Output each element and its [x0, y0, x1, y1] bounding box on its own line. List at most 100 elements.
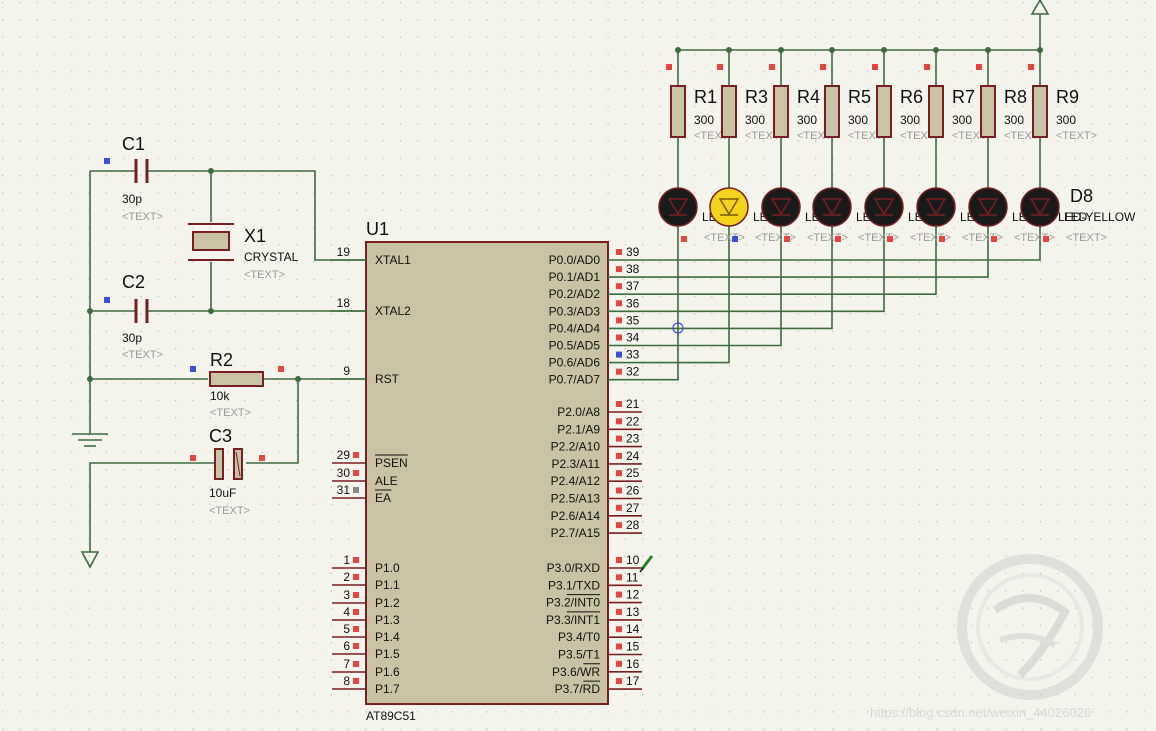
- resistor-ref: R7: [952, 87, 975, 107]
- c2-value: 30p: [122, 331, 142, 345]
- pin-label: RST: [375, 372, 400, 386]
- pin-label: P2.6/A14: [551, 509, 601, 523]
- led-off-icon: [812, 187, 852, 227]
- pin-label: P3.4/T0: [558, 630, 600, 644]
- led-placeholder: <TEXT>: [807, 232, 848, 244]
- pin-label: P2.7/A15: [551, 526, 601, 540]
- pin-label: P1.6: [375, 665, 400, 679]
- led-d8-value: LED-YELLOW: [1058, 210, 1136, 224]
- c1-text: <TEXT>: [122, 211, 163, 223]
- pin-number: 38: [626, 262, 640, 276]
- pin-number: 14: [626, 622, 640, 636]
- pin-number: 39: [626, 245, 640, 259]
- pin-label: P3.5/T1: [558, 648, 600, 662]
- pin-label: P2.0/A8: [557, 405, 600, 419]
- pin-label: P3.0/RXD: [547, 561, 601, 575]
- pin-label: P2.1/A9: [557, 422, 600, 436]
- u1-ref: U1: [366, 219, 389, 239]
- pin-number: 15: [626, 640, 640, 654]
- pin-label: P1.5: [375, 647, 400, 661]
- led-placeholder: <TEXT>: [704, 232, 745, 244]
- pin-label: P1.3: [375, 613, 400, 627]
- resistor-value: 300: [745, 113, 765, 127]
- pin-number: 30: [337, 466, 351, 480]
- resistor-body: [1032, 85, 1048, 138]
- led-off-icon: [761, 187, 801, 227]
- pin-label: P2.2/A10: [551, 440, 601, 454]
- resistor-body: [876, 85, 892, 138]
- resistor-body: [980, 85, 996, 138]
- c3-value: 10uF: [209, 486, 236, 500]
- pin-number: 5: [343, 622, 350, 636]
- pin-label: P3.3/INT1: [546, 613, 600, 627]
- pin-label: P3.7/RD: [555, 682, 601, 696]
- pin-label: P3.2/INT0: [546, 596, 600, 610]
- c1-ref: C1: [122, 134, 145, 154]
- pin-number: 21: [626, 397, 640, 411]
- resistor-ref: R9: [1056, 87, 1079, 107]
- pin-label: P0.5/AD5: [549, 339, 601, 353]
- resistor-value: 300: [1004, 113, 1024, 127]
- pin-number: 3: [343, 588, 350, 602]
- resistor-value: 300: [694, 113, 714, 127]
- pin-number: 6: [343, 639, 350, 653]
- pin-label: P2.5/A13: [551, 492, 601, 506]
- pin-number: 24: [626, 449, 640, 463]
- pin-number: 22: [626, 414, 640, 428]
- resistor-body: [670, 85, 686, 138]
- pin-label: P0.2/AD2: [549, 287, 601, 301]
- pin-number: 31: [337, 483, 351, 497]
- pin-label: PSEN: [375, 456, 408, 470]
- led-off-icon: [658, 187, 698, 227]
- pin-number: 19: [337, 245, 351, 259]
- resistor-value: 300: [900, 113, 920, 127]
- r2-ref: R2: [210, 350, 233, 370]
- resistor-ref: R4: [797, 87, 820, 107]
- watermark-url: https://blog.csdn.net/weixin_44026026: [870, 705, 1091, 720]
- pin-number: 16: [626, 657, 640, 671]
- resistor-body: [773, 85, 789, 138]
- r2-text: <TEXT>: [210, 407, 251, 419]
- pin-label: P0.7/AD7: [549, 373, 601, 387]
- pin-number: 13: [626, 605, 640, 619]
- pin-label: EA: [375, 491, 391, 505]
- pin-label: P2.4/A12: [551, 474, 601, 488]
- pin-label: XTAL1: [375, 253, 411, 267]
- resistor-text: <TEXT>: [1056, 130, 1097, 142]
- pin-label: P1.1: [375, 578, 400, 592]
- c2-text: <TEXT>: [122, 349, 163, 361]
- pin-label: P1.7: [375, 682, 400, 696]
- c2-ref: C2: [122, 272, 145, 292]
- schematic-canvas[interactable]: C1 30p <TEXT> X1 CRYSTAL <TEXT> C2 30p <…: [0, 0, 1156, 731]
- led-lit-icon: [709, 187, 749, 227]
- resistor-ref: R3: [745, 87, 768, 107]
- x1-value: CRYSTAL: [244, 250, 299, 264]
- pin-label: P0.4/AD4: [549, 321, 601, 335]
- resistor-ref: R6: [900, 87, 923, 107]
- resistor-body: [928, 85, 944, 138]
- pin-number: 32: [626, 365, 640, 379]
- pin-number: 25: [626, 466, 640, 480]
- pin-number: 7: [343, 657, 350, 671]
- pin-label: XTAL2: [375, 304, 411, 318]
- pin-number: 10: [626, 553, 640, 567]
- pin-label: P0.0/AD0: [549, 253, 601, 267]
- resistor-value: 300: [1056, 113, 1076, 127]
- resistor-ref: R5: [848, 87, 871, 107]
- pin-number: 37: [626, 279, 640, 293]
- pin-label: P1.4: [375, 630, 400, 644]
- pin-number: 28: [626, 518, 640, 532]
- c1-value: 30p: [122, 192, 142, 206]
- pin-number: 2: [343, 570, 350, 584]
- pin-number: 11: [626, 570, 639, 584]
- resistor-value: 300: [797, 113, 817, 127]
- pin-number: 23: [626, 432, 640, 446]
- pin-number: 34: [626, 331, 640, 345]
- pin-number: 35: [626, 313, 640, 327]
- led-off-icon: [1020, 187, 1060, 227]
- pin-number: 4: [343, 605, 350, 619]
- resistor-ref: R8: [1004, 87, 1027, 107]
- led-off-icon: [968, 187, 1008, 227]
- pin-label: ALE: [375, 474, 398, 488]
- pin-number: 27: [626, 501, 640, 515]
